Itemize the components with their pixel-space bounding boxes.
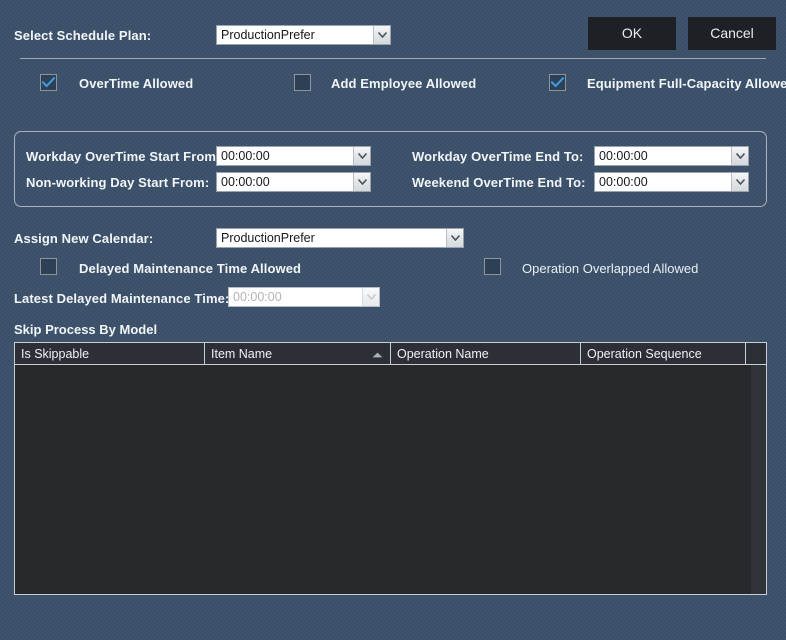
latest-delayed-maintenance-combo[interactable]: 00:00:00	[228, 287, 380, 307]
schedule-plan-combo[interactable]: ProductionPrefer	[216, 25, 391, 45]
workday-overtime-end-label: Workday OverTime End To:	[412, 149, 583, 164]
chevron-down-icon[interactable]	[362, 288, 379, 306]
operation-overlapped-checkbox[interactable]	[484, 258, 501, 275]
equipment-full-capacity-label: Equipment Full-Capacity Allowe	[587, 76, 786, 91]
schedule-plan-combo-value: ProductionPrefer	[217, 26, 373, 44]
column-header-operation-sequence[interactable]: Operation Sequence	[581, 343, 746, 364]
skip-process-title: Skip Process By Model	[14, 322, 157, 337]
skip-process-grid-body	[15, 365, 766, 594]
workday-overtime-end-value: 00:00:00	[595, 147, 731, 165]
skip-process-grid: Is Skippable Item Name Operation Name Op…	[14, 342, 767, 595]
chevron-down-icon[interactable]	[446, 229, 463, 247]
chevron-down-icon[interactable]	[731, 173, 748, 191]
assign-new-calendar-combo[interactable]: ProductionPrefer	[216, 228, 464, 248]
chevron-down-icon[interactable]	[353, 147, 370, 165]
workday-overtime-start-combo[interactable]: 00:00:00	[216, 146, 371, 166]
weekend-overtime-end-label: Weekend OverTime End To:	[412, 175, 586, 190]
schedule-plan-dialog: Select Schedule Plan: ProductionPrefer O…	[0, 0, 786, 640]
chevron-down-icon[interactable]	[373, 26, 390, 44]
column-header-operation-name[interactable]: Operation Name	[391, 343, 581, 364]
column-header-label: Is Skippable	[21, 347, 89, 361]
weekend-overtime-end-combo[interactable]: 00:00:00	[594, 172, 749, 192]
add-employee-allowed-label: Add Employee Allowed	[331, 76, 476, 91]
add-employee-allowed-checkbox[interactable]	[294, 74, 311, 91]
non-working-day-start-label: Non-working Day Start From:	[26, 175, 209, 190]
column-header-filler	[746, 343, 766, 364]
delayed-maintenance-checkbox[interactable]	[40, 258, 57, 275]
latest-delayed-maintenance-value: 00:00:00	[229, 288, 362, 306]
schedule-plan-label: Select Schedule Plan:	[14, 28, 151, 43]
equipment-full-capacity-checkbox[interactable]	[549, 74, 566, 91]
column-header-is-skippable[interactable]: Is Skippable	[15, 343, 205, 364]
latest-delayed-maintenance-label: Latest Delayed Maintenance Time:	[14, 291, 229, 306]
non-working-day-start-combo[interactable]: 00:00:00	[216, 172, 371, 192]
column-header-item-name[interactable]: Item Name	[205, 343, 391, 364]
skip-process-grid-header: Is Skippable Item Name Operation Name Op…	[15, 343, 766, 365]
delayed-maintenance-label: Delayed Maintenance Time Allowed	[79, 261, 301, 276]
cancel-button[interactable]: Cancel	[688, 17, 776, 50]
column-header-label: Item Name	[211, 347, 272, 361]
chevron-down-icon[interactable]	[731, 147, 748, 165]
overtime-allowed-checkbox[interactable]	[40, 74, 57, 91]
chevron-down-icon[interactable]	[353, 173, 370, 191]
header-separator	[20, 58, 766, 59]
operation-overlapped-label: Operation Overlapped Allowed	[522, 261, 698, 276]
assign-new-calendar-value: ProductionPrefer	[217, 229, 446, 247]
workday-overtime-start-label: Workday OverTime Start From:	[26, 149, 221, 164]
workday-overtime-end-combo[interactable]: 00:00:00	[594, 146, 749, 166]
column-header-label: Operation Sequence	[587, 347, 702, 361]
assign-new-calendar-label: Assign New Calendar:	[14, 231, 153, 246]
overtime-settings-groupbox	[14, 131, 767, 207]
grid-vertical-scrollbar[interactable]	[751, 365, 766, 594]
column-header-label: Operation Name	[397, 347, 489, 361]
weekend-overtime-end-value: 00:00:00	[595, 173, 731, 191]
non-working-day-start-value: 00:00:00	[217, 173, 353, 191]
ok-button[interactable]: OK	[588, 17, 676, 50]
overtime-allowed-label: OverTime Allowed	[79, 76, 193, 91]
sort-ascending-icon	[372, 347, 383, 361]
workday-overtime-start-value: 00:00:00	[217, 147, 353, 165]
